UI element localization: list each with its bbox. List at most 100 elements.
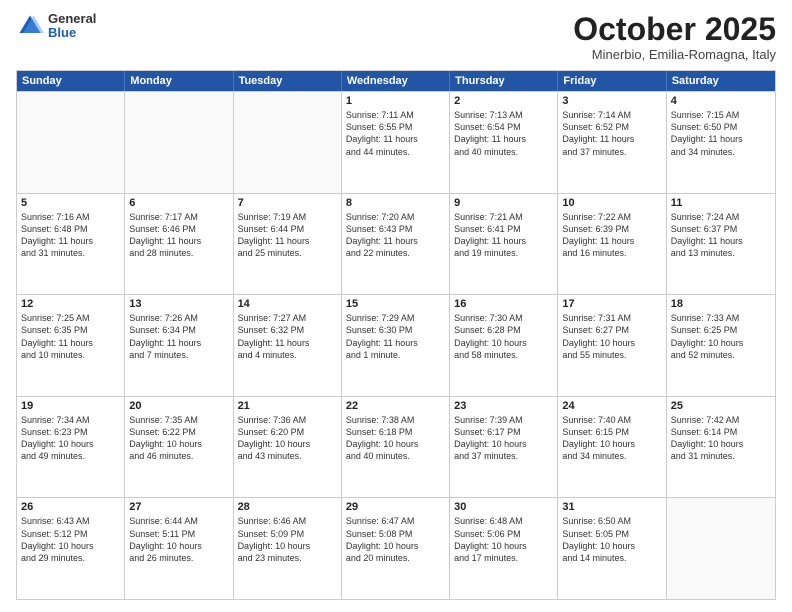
day-number: 15: [346, 298, 445, 310]
day-number: 17: [562, 298, 661, 310]
day-number: 19: [21, 400, 120, 412]
calendar-cell: 29 Sunrise: 6:47 AM Sunset: 5:08 PM Dayli…: [342, 498, 450, 599]
calendar-cell: 26 Sunrise: 6:43 AM Sunset: 5:12 PM Dayli…: [17, 498, 125, 599]
cell-info: Sunrise: 6:47 AM Sunset: 5:08 PM Dayligh…: [346, 515, 445, 564]
cell-info: Sunrise: 7:27 AM Sunset: 6:32 PM Dayligh…: [238, 312, 337, 361]
cell-info: Sunrise: 7:42 AM Sunset: 6:14 PM Dayligh…: [671, 414, 771, 463]
calendar-week-5: 26 Sunrise: 6:43 AM Sunset: 5:12 PM Dayli…: [17, 497, 775, 599]
calendar-cell: 11 Sunrise: 7:24 AM Sunset: 6:37 PM Dayli…: [667, 194, 775, 295]
calendar-week-2: 5 Sunrise: 7:16 AM Sunset: 6:48 PM Daylig…: [17, 193, 775, 295]
cell-info: Sunrise: 7:34 AM Sunset: 6:23 PM Dayligh…: [21, 414, 120, 463]
day-number: 6: [129, 197, 228, 209]
day-number: 7: [238, 197, 337, 209]
day-number: 14: [238, 298, 337, 310]
day-number: 1: [346, 95, 445, 107]
cell-info: Sunrise: 7:35 AM Sunset: 6:22 PM Dayligh…: [129, 414, 228, 463]
cell-info: Sunrise: 7:24 AM Sunset: 6:37 PM Dayligh…: [671, 211, 771, 260]
calendar-header: SundayMondayTuesdayWednesdayThursdayFrid…: [17, 71, 775, 91]
calendar-cell: 21 Sunrise: 7:36 AM Sunset: 6:20 PM Dayli…: [234, 397, 342, 498]
calendar-week-3: 12Sunrise: 7:25 AM Sunset: 6:35 PM Dayli…: [17, 294, 775, 396]
cell-info: Sunrise: 7:26 AM Sunset: 6:34 PM Dayligh…: [129, 312, 228, 361]
day-number: 21: [238, 400, 337, 412]
calendar-cell: 7 Sunrise: 7:19 AM Sunset: 6:44 PM Daylig…: [234, 194, 342, 295]
calendar-cell: 30Sunrise: 6:48 AM Sunset: 5:06 PM Dayli…: [450, 498, 558, 599]
day-number: 26: [21, 501, 120, 513]
calendar-cell: 22 Sunrise: 7:38 AM Sunset: 6:18 PM Dayli…: [342, 397, 450, 498]
cell-info: Sunrise: 6:43 AM Sunset: 5:12 PM Dayligh…: [21, 515, 120, 564]
header-day-sunday: Sunday: [17, 71, 125, 91]
day-number: 9: [454, 197, 553, 209]
cell-info: Sunrise: 6:46 AM Sunset: 5:09 PM Dayligh…: [238, 515, 337, 564]
cell-info: Sunrise: 6:50 AM Sunset: 5:05 PM Dayligh…: [562, 515, 661, 564]
day-number: 12: [21, 298, 120, 310]
day-number: 24: [562, 400, 661, 412]
page: General Blue October 2025 Minerbio, Emil…: [0, 0, 792, 612]
cell-info: Sunrise: 7:30 AM Sunset: 6:28 PM Dayligh…: [454, 312, 553, 361]
day-number: 2: [454, 95, 553, 107]
calendar-cell: 17 Sunrise: 7:31 AM Sunset: 6:27 PM Dayli…: [558, 295, 666, 396]
day-number: 29: [346, 501, 445, 513]
calendar-cell: 25 Sunrise: 7:42 AM Sunset: 6:14 PM Dayli…: [667, 397, 775, 498]
day-number: 22: [346, 400, 445, 412]
calendar-cell: 8Sunrise: 7:20 AM Sunset: 6:43 PM Daylig…: [342, 194, 450, 295]
header-day-saturday: Saturday: [667, 71, 775, 91]
header-day-friday: Friday: [558, 71, 666, 91]
calendar-cell: 24 Sunrise: 7:40 AM Sunset: 6:15 PM Dayli…: [558, 397, 666, 498]
cell-info: Sunrise: 7:21 AM Sunset: 6:41 PM Dayligh…: [454, 211, 553, 260]
day-number: 31: [562, 501, 661, 513]
cell-info: Sunrise: 7:22 AM Sunset: 6:39 PM Dayligh…: [562, 211, 661, 260]
day-number: 20: [129, 400, 228, 412]
header-day-monday: Monday: [125, 71, 233, 91]
cell-info: Sunrise: 7:36 AM Sunset: 6:20 PM Dayligh…: [238, 414, 337, 463]
day-number: 28: [238, 501, 337, 513]
calendar-cell: 18Sunrise: 7:33 AM Sunset: 6:25 PM Dayli…: [667, 295, 775, 396]
header: General Blue October 2025 Minerbio, Emil…: [16, 12, 776, 62]
header-day-tuesday: Tuesday: [234, 71, 342, 91]
logo-blue-text: Blue: [48, 26, 96, 40]
calendar: SundayMondayTuesdayWednesdayThursdayFrid…: [16, 70, 776, 600]
cell-info: Sunrise: 7:13 AM Sunset: 6:54 PM Dayligh…: [454, 109, 553, 158]
cell-info: Sunrise: 6:48 AM Sunset: 5:06 PM Dayligh…: [454, 515, 553, 564]
day-number: 16: [454, 298, 553, 310]
cell-info: Sunrise: 7:15 AM Sunset: 6:50 PM Dayligh…: [671, 109, 771, 158]
calendar-cell: 4Sunrise: 7:15 AM Sunset: 6:50 PM Daylig…: [667, 92, 775, 193]
cell-info: Sunrise: 6:44 AM Sunset: 5:11 PM Dayligh…: [129, 515, 228, 564]
day-number: 23: [454, 400, 553, 412]
title-block: October 2025 Minerbio, Emilia-Romagna, I…: [573, 12, 776, 62]
logo-text: General Blue: [48, 12, 96, 41]
calendar-cell: 31 Sunrise: 6:50 AM Sunset: 5:05 PM Dayli…: [558, 498, 666, 599]
calendar-cell: [667, 498, 775, 599]
calendar-cell: 27Sunrise: 6:44 AM Sunset: 5:11 PM Dayli…: [125, 498, 233, 599]
calendar-cell: 15Sunrise: 7:29 AM Sunset: 6:30 PM Dayli…: [342, 295, 450, 396]
day-number: 5: [21, 197, 120, 209]
calendar-cell: 10Sunrise: 7:22 AM Sunset: 6:39 PM Dayli…: [558, 194, 666, 295]
cell-info: Sunrise: 7:38 AM Sunset: 6:18 PM Dayligh…: [346, 414, 445, 463]
cell-info: Sunrise: 7:17 AM Sunset: 6:46 PM Dayligh…: [129, 211, 228, 260]
cell-info: Sunrise: 7:16 AM Sunset: 6:48 PM Dayligh…: [21, 211, 120, 260]
logo: General Blue: [16, 12, 96, 41]
calendar-cell: 12Sunrise: 7:25 AM Sunset: 6:35 PM Dayli…: [17, 295, 125, 396]
cell-info: Sunrise: 7:14 AM Sunset: 6:52 PM Dayligh…: [562, 109, 661, 158]
calendar-cell: 9 Sunrise: 7:21 AM Sunset: 6:41 PM Daylig…: [450, 194, 558, 295]
day-number: 18: [671, 298, 771, 310]
cell-info: Sunrise: 7:11 AM Sunset: 6:55 PM Dayligh…: [346, 109, 445, 158]
day-number: 25: [671, 400, 771, 412]
day-number: 13: [129, 298, 228, 310]
calendar-cell: 23 Sunrise: 7:39 AM Sunset: 6:17 PM Dayli…: [450, 397, 558, 498]
day-number: 11: [671, 197, 771, 209]
cell-info: Sunrise: 7:39 AM Sunset: 6:17 PM Dayligh…: [454, 414, 553, 463]
calendar-cell: 28 Sunrise: 6:46 AM Sunset: 5:09 PM Dayli…: [234, 498, 342, 599]
location: Minerbio, Emilia-Romagna, Italy: [573, 47, 776, 62]
cell-info: Sunrise: 7:31 AM Sunset: 6:27 PM Dayligh…: [562, 312, 661, 361]
cell-info: Sunrise: 7:19 AM Sunset: 6:44 PM Dayligh…: [238, 211, 337, 260]
cell-info: Sunrise: 7:40 AM Sunset: 6:15 PM Dayligh…: [562, 414, 661, 463]
header-day-thursday: Thursday: [450, 71, 558, 91]
calendar-cell: 2 Sunrise: 7:13 AM Sunset: 6:54 PM Daylig…: [450, 92, 558, 193]
calendar-cell: 13 Sunrise: 7:26 AM Sunset: 6:34 PM Dayli…: [125, 295, 233, 396]
logo-icon: [16, 12, 44, 40]
calendar-cell: [17, 92, 125, 193]
cell-info: Sunrise: 7:20 AM Sunset: 6:43 PM Dayligh…: [346, 211, 445, 260]
calendar-cell: [125, 92, 233, 193]
calendar-cell: 16 Sunrise: 7:30 AM Sunset: 6:28 PM Dayli…: [450, 295, 558, 396]
calendar-week-4: 19 Sunrise: 7:34 AM Sunset: 6:23 PM Dayli…: [17, 396, 775, 498]
